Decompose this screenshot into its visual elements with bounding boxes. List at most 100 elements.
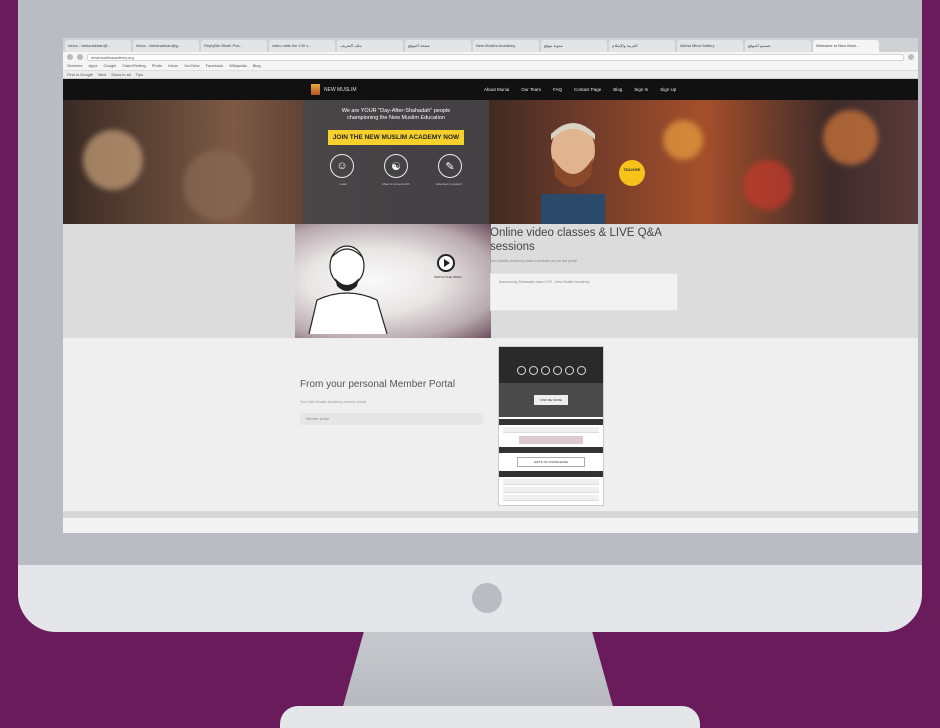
bookmark[interactable]: YouTube [184, 63, 200, 69]
join-academy-button[interactable]: JOIN THE NEW MUSLIM ACADEMY NOW [327, 130, 465, 145]
nav-team[interactable]: Our Team [521, 87, 541, 92]
nav-contact[interactable]: Contact Page [574, 87, 601, 92]
browser-tab[interactable]: ReplyBtn Blush Pos... [201, 40, 267, 52]
video-info-box: Announcing Shahadah class LIVE - New Mus… [490, 273, 678, 311]
menu-icon[interactable] [908, 54, 914, 60]
nav-signin[interactable]: Sign In [634, 87, 648, 92]
browser-tab[interactable]: New Muslim Academy [473, 40, 539, 52]
play-icon[interactable] [437, 254, 455, 272]
browser-tab[interactable]: مدونة موقع [541, 40, 607, 52]
footer-strip [63, 511, 918, 518]
video-description: New Muslim Academy class schedules on ou… [490, 259, 577, 263]
icon-label: Learn [339, 182, 348, 186]
bokeh [823, 110, 878, 165]
portal-circle-icon [540, 365, 550, 375]
browser-tab[interactable]: Alisha Mina Gallery [677, 40, 743, 52]
bookmark[interactable]: Services [67, 63, 82, 69]
portal-copy: From your personal Member Portal Your Ne… [300, 378, 483, 425]
back-icon[interactable] [67, 54, 73, 60]
portal-circle-icon [552, 365, 562, 375]
portal-action-bar: FIND ME MORE [499, 383, 603, 417]
icon-label: Volunteer & support [435, 182, 462, 186]
bookmark[interactable]: Wikipedia [229, 63, 246, 69]
browser-tab[interactable]: Inbox - farhanakhan@g... [133, 40, 199, 52]
bookmark[interactable]: Photo [152, 63, 162, 69]
hero-icons: ☺ ☯ ✎ [303, 154, 489, 178]
video-copy: Online video classes & LIVE Q&A sessions… [490, 226, 680, 311]
site-nav: NEW MUSLIM About Munia Our Team FAQ Cont… [63, 79, 918, 100]
hero-panel: We are YOUR "Day-After-Shahadah" people … [303, 100, 489, 224]
find-all-button[interactable]: Show in all [111, 72, 130, 77]
browser-tab[interactable]: Inbox - farhanakhan@... [65, 40, 131, 52]
bookmarks-bar: Services Apps Google ClaimFinding Photo … [63, 62, 918, 71]
person-icon[interactable]: ☺ [330, 154, 354, 178]
bookmark[interactable]: Google [103, 63, 116, 69]
portal-circle-icon [528, 365, 538, 375]
nav-blog[interactable]: Blog [613, 87, 622, 92]
bookmark[interactable]: Facebook [206, 63, 224, 69]
group-icon[interactable]: ☯ [384, 154, 408, 178]
forward-icon[interactable] [77, 54, 83, 60]
video-illustration: WATCH THE VIDEO [295, 224, 491, 338]
hero-line-1: We are YOUR "Day-After-Shahadah" people [341, 108, 451, 114]
browser-tab[interactable]: video calls the 140 v... [269, 40, 335, 52]
video-title: Online video classes & LIVE Q&A sessions [490, 227, 662, 253]
portal-row [503, 427, 599, 433]
bokeh [183, 150, 253, 220]
teacher-badge: TEACHER [619, 160, 645, 186]
portal-section: From your personal Member Portal Your Ne… [63, 338, 918, 518]
icon-label: Meet & connect with [382, 182, 410, 186]
portal-gift-button: GIFTS OF KNOWLEDGE [517, 457, 585, 467]
watch-video-label[interactable]: WATCH THE VIDEO [423, 275, 473, 279]
portal-note: Member portal [300, 413, 483, 425]
nav-signup[interactable]: Sign Up [660, 87, 676, 92]
portal-row [503, 495, 599, 501]
monitor-logo [472, 583, 502, 613]
nav-about[interactable]: About Munia [484, 87, 509, 92]
monitor-stand [342, 632, 614, 710]
bookmark[interactable]: Inbox [168, 63, 178, 69]
portal-row [503, 479, 599, 485]
hero-banner: We are YOUR "Day-After-Shahadah" people … [63, 100, 918, 224]
browser-tab[interactable]: العربية والإسلام [609, 40, 675, 52]
portal-title: From your personal Member Portal [300, 379, 456, 390]
portal-button: FIND ME MORE [533, 395, 569, 405]
edit-icon[interactable]: ✎ [438, 154, 462, 178]
portal-dark-row [499, 471, 603, 477]
find-next-button[interactable]: Next [98, 72, 106, 77]
portal-circle-icon [576, 365, 586, 375]
portal-screenshot: FIND ME MORE GIFTS OF KNOWLEDGE [498, 346, 604, 506]
portal-dark-row [499, 447, 603, 453]
url-input[interactable]: newmuslimacademy.org [87, 53, 904, 61]
portal-circle-icon [564, 365, 574, 375]
screen: Inbox - farhanakhan@... Inbox - farhanak… [63, 38, 918, 533]
find-input[interactable]: Find in Google [67, 72, 93, 77]
portal-dark-row [499, 419, 603, 425]
logo-icon[interactable] [311, 84, 320, 95]
hero-icon-labels: Learn Meet & connect with Volunteer & su… [303, 182, 489, 186]
video-section: WATCH THE VIDEO Online video classes & L… [63, 224, 918, 338]
portal-highlight [519, 436, 583, 444]
hero-line-2: championing the New Muslim Education [347, 115, 445, 121]
bokeh [743, 160, 793, 210]
logo-text[interactable]: NEW MUSLIM [324, 87, 444, 93]
monitor-foot [280, 706, 700, 728]
monitor-chin [18, 565, 922, 632]
avatar-sketch [308, 245, 388, 335]
portal-circle-icon [516, 365, 526, 375]
teacher-photo [541, 123, 605, 224]
bookmark[interactable]: Blog [253, 63, 261, 69]
bookmark[interactable]: Apps [88, 63, 97, 69]
nav-faq[interactable]: FAQ [553, 87, 562, 92]
browser-tab[interactable]: صفحة الموقع [405, 40, 471, 52]
browser-tab-active[interactable]: Welcome to New Musl... [813, 40, 879, 52]
portal-row [503, 487, 599, 493]
bokeh [663, 120, 703, 160]
bookmark[interactable]: ClaimFinding [122, 63, 145, 69]
portal-icons-bar [499, 347, 603, 383]
browser-tab[interactable]: ملف التعريف [337, 40, 403, 52]
address-bar: newmuslimacademy.org [63, 52, 918, 62]
browser-tab[interactable]: تصميم الموقع [745, 40, 811, 52]
find-tips-link[interactable]: Tips [136, 72, 143, 77]
portal-description: Your New Muslim Academy member portal [300, 400, 367, 404]
